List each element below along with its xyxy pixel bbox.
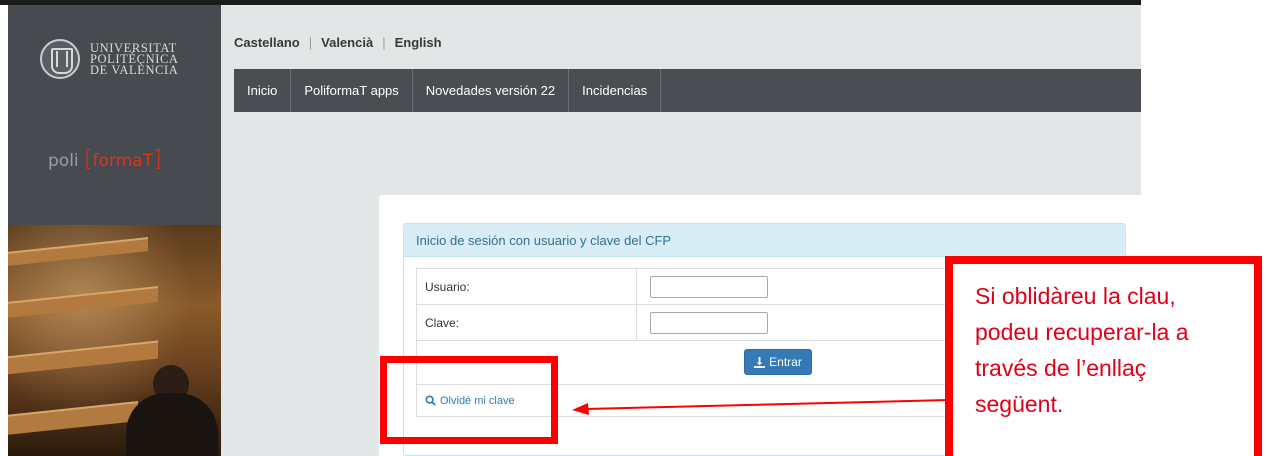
logo-bracket-left: [ [84, 147, 93, 172]
password-label: Clave: [416, 304, 637, 341]
classroom-photo [8, 225, 221, 456]
photo-desk [8, 401, 138, 439]
logo-brand: formaT [92, 151, 154, 171]
user-label: Usuario: [416, 268, 637, 305]
photo-desk [8, 286, 158, 320]
language-selector: Castellano | Valencià | English [234, 35, 442, 50]
annotation-callout: Si oblidàreu la clau, podeu recuperar-la… [945, 256, 1262, 456]
logo-prefix: poli [48, 151, 79, 171]
university-name: UNIVERSITAT POLITÈCNICA DE VALÈNCIA [90, 41, 179, 77]
nav-poliformat-apps[interactable]: PoliformaT apps [291, 69, 413, 112]
annotation-line-1: Si oblidàreu la clau, [975, 283, 1176, 309]
lang-english[interactable]: English [395, 35, 442, 50]
download-icon [754, 356, 766, 368]
entrar-button-label: Entrar [769, 355, 802, 369]
photo-desk [8, 340, 158, 378]
lang-valencia[interactable]: Valencià [321, 35, 373, 50]
arrow-left-icon [572, 399, 949, 415]
annotation-line-2: podeu recuperar-la a [975, 319, 1189, 345]
logo-bracket-right: ] [153, 147, 162, 172]
lang-castellano[interactable]: Castellano [234, 35, 300, 50]
university-logo[interactable]: UNIVERSITAT POLITÈCNICA DE VALÈNCIA [40, 39, 179, 79]
university-seal-icon [40, 39, 80, 79]
annotation-line-3: través de l’enllaç [975, 355, 1147, 381]
nav-novedades[interactable]: Novedades versión 22 [413, 69, 570, 112]
sidebar: UNIVERSITAT POLITÈCNICA DE VALÈNCIA poli… [8, 5, 221, 456]
nav-incidencias[interactable]: Incidencias [569, 69, 662, 112]
nav-inicio[interactable]: Inicio [234, 69, 292, 112]
highlight-box [380, 356, 558, 444]
main-navbar: Inicio PoliformaT apps Novedades versión… [234, 69, 1141, 112]
entrar-button[interactable]: Entrar [744, 349, 812, 375]
university-name-line-3: DE VALÈNCIA [90, 62, 179, 77]
photo-desk [8, 237, 148, 267]
lang-separator: | [382, 35, 386, 50]
photo-person [126, 393, 218, 456]
login-panel-title: Inicio de sesión con usuario y clave del… [404, 224, 1125, 257]
poliformat-logo[interactable]: poli [formaT] [48, 147, 162, 172]
password-input[interactable] [650, 311, 768, 334]
username-input[interactable] [650, 275, 768, 298]
lang-separator: | [308, 35, 313, 50]
annotation-line-4: següent. [975, 391, 1064, 417]
